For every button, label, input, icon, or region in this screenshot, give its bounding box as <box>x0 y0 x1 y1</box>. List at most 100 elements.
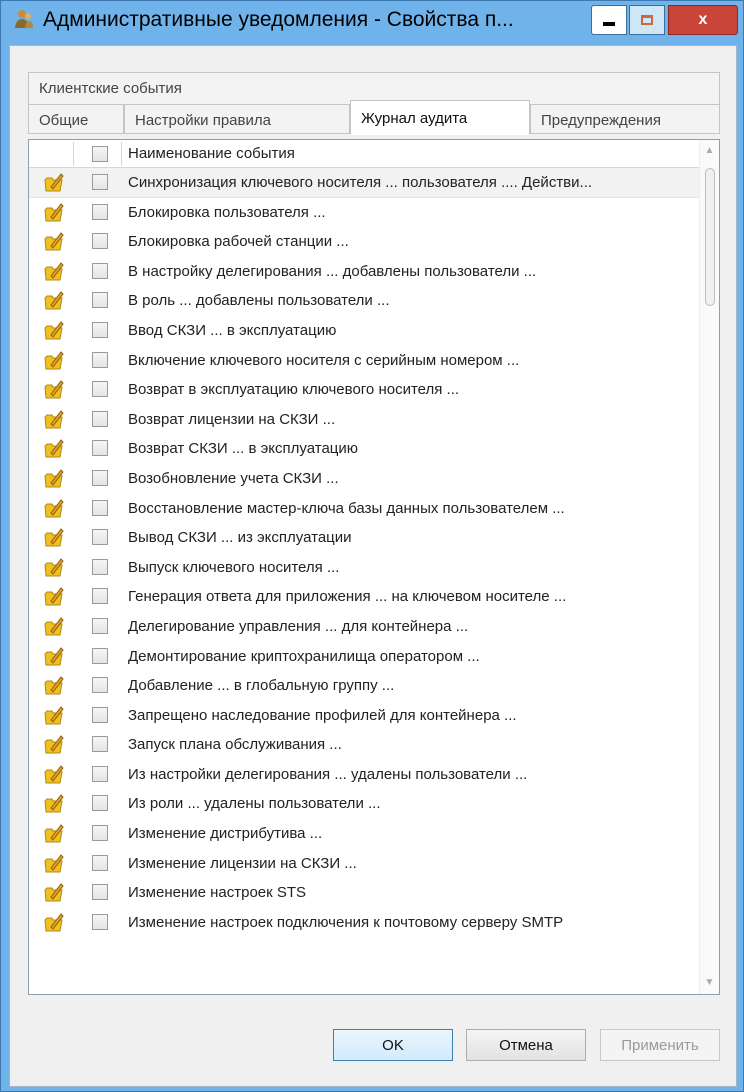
list-header: Наименование события <box>29 140 699 168</box>
folder-pencil-icon <box>44 380 64 399</box>
list-item[interactable]: Изменение дистрибутива ... <box>29 819 699 849</box>
folder-pencil-icon <box>44 202 64 222</box>
cancel-button[interactable]: Отмена <box>466 1029 586 1061</box>
folder-pencil-icon <box>44 676 64 695</box>
event-name: Запуск плана обслуживания ... <box>128 736 342 754</box>
list-item[interactable]: Вывод СКЗИ ... из эксплуатации <box>29 523 699 553</box>
event-name: Блокировка пользователя ... <box>128 203 326 221</box>
list-item[interactable]: Запуск плана обслуживания ... <box>29 730 699 760</box>
list-item[interactable]: Возобновление учета СКЗИ ... <box>29 464 699 494</box>
maximize-icon <box>641 15 653 25</box>
list-item[interactable]: Генерация ответа для приложения ... на к… <box>29 582 699 612</box>
row-checkbox[interactable] <box>92 292 108 309</box>
folder-pencil-icon <box>44 232 64 251</box>
scroll-down-icon[interactable]: ▼ <box>700 974 719 992</box>
row-checkbox[interactable] <box>92 795 108 812</box>
folder-pencil-icon <box>44 291 64 310</box>
ok-button[interactable]: OK <box>333 1029 453 1061</box>
row-checkbox[interactable] <box>92 321 108 338</box>
list-item[interactable]: Изменение настроек подключения к почтово… <box>29 908 699 938</box>
row-checkbox[interactable] <box>92 825 108 842</box>
list-item[interactable]: В настройку делегирования ... добавлены … <box>29 257 699 287</box>
folder-pencil-icon <box>44 705 64 725</box>
row-checkbox[interactable] <box>92 351 108 368</box>
list-item[interactable]: Возврат лицензии на СКЗИ ... <box>29 405 699 435</box>
event-name: Вывод СКЗИ ... из эксплуатации <box>128 529 352 547</box>
list-item[interactable]: Блокировка рабочей станции ... <box>29 227 699 257</box>
event-name: Демонтирование криптохранилища операторо… <box>128 647 480 665</box>
tab-warnings[interactable]: Предупреждения <box>530 104 720 134</box>
list-item[interactable]: Блокировка пользователя ... <box>29 198 699 228</box>
tab-label: Общие <box>39 112 89 129</box>
row-checkbox[interactable] <box>92 410 108 427</box>
folder-pencil-icon <box>44 409 64 429</box>
list-item[interactable]: Включение ключевого носителя с серийным … <box>29 346 699 376</box>
list-item[interactable]: Ввод СКЗИ ... в эксплуатацию <box>29 316 699 346</box>
event-name: Возврат СКЗИ ... в эксплуатацию <box>128 440 359 458</box>
row-checkbox[interactable] <box>92 558 108 575</box>
folder-pencil-icon <box>44 765 64 784</box>
select-all-checkbox[interactable] <box>92 146 108 162</box>
window-title: Административные уведомления - Свойства … <box>43 8 514 31</box>
maximize-button[interactable] <box>629 5 665 35</box>
list-item[interactable]: В роль ... добавлены пользователи ... <box>29 286 699 316</box>
folder-pencil-icon <box>44 528 64 547</box>
minimize-button[interactable] <box>591 5 627 35</box>
row-checkbox[interactable] <box>92 588 108 605</box>
title-bar[interactable]: Административные уведомления - Свойства … <box>1 1 743 37</box>
row-checkbox[interactable] <box>92 884 108 901</box>
row-checkbox[interactable] <box>92 233 108 250</box>
event-name: Изменение дистрибутива ... <box>128 825 323 843</box>
list-item[interactable]: Изменение настроек STS <box>29 878 699 908</box>
row-checkbox[interactable] <box>92 854 108 871</box>
dialog-client-area: Клиентские события Общие Настройки прави… <box>9 45 737 1087</box>
row-checkbox[interactable] <box>92 499 108 516</box>
folder-pencil-icon <box>44 350 64 370</box>
row-checkbox[interactable] <box>92 677 108 694</box>
folder-pencil-icon <box>44 498 64 518</box>
event-rows: Синхронизация ключевого носителя ... пол… <box>29 168 699 937</box>
row-checkbox[interactable] <box>92 174 108 190</box>
row-checkbox[interactable] <box>92 647 108 664</box>
list-item[interactable]: Демонтирование криптохранилища операторо… <box>29 642 699 672</box>
close-button[interactable]: x <box>668 5 738 35</box>
tab-general[interactable]: Общие <box>28 104 124 134</box>
row-checkbox[interactable] <box>92 262 108 279</box>
row-checkbox[interactable] <box>92 913 108 930</box>
list-item[interactable]: Восстановление мастер-ключа базы данных … <box>29 494 699 524</box>
users-icon <box>15 10 33 28</box>
scroll-up-icon[interactable]: ▲ <box>700 142 719 160</box>
tab-row: Общие Настройки правила Журнал аудита Пр… <box>28 100 720 135</box>
row-checkbox[interactable] <box>92 381 108 398</box>
tab-rule-settings[interactable]: Настройки правила <box>124 104 350 134</box>
tab-audit-log[interactable]: Журнал аудита <box>350 100 530 135</box>
row-checkbox[interactable] <box>92 469 108 486</box>
list-item[interactable]: Делегирование управления ... для контейн… <box>29 612 699 642</box>
row-checkbox[interactable] <box>92 529 108 546</box>
vertical-scrollbar[interactable]: ▲ ▼ <box>699 140 719 994</box>
list-item[interactable]: Из роли ... удалены пользователи ... <box>29 789 699 819</box>
event-name: Синхронизация ключевого носителя ... пол… <box>128 174 593 191</box>
column-header-event-name[interactable]: Наименование события <box>128 145 295 162</box>
folder-pencil-icon <box>44 824 64 843</box>
event-name: Возврат лицензии на СКЗИ ... <box>128 410 336 428</box>
event-name: Запрещено наследование профилей для конт… <box>128 706 517 724</box>
list-item[interactable]: Из настройки делегирования ... удалены п… <box>29 760 699 790</box>
list-item[interactable]: Возврат СКЗИ ... в эксплуатацию <box>29 434 699 464</box>
list-item[interactable]: Запрещено наследование профилей для конт… <box>29 701 699 731</box>
row-checkbox[interactable] <box>92 440 108 457</box>
row-checkbox[interactable] <box>92 706 108 723</box>
folder-pencil-icon <box>44 735 64 754</box>
row-checkbox[interactable] <box>92 617 108 634</box>
list-item[interactable]: Изменение лицензии на СКЗИ ... <box>29 849 699 879</box>
list-item[interactable]: Добавление ... в глобальную группу ... <box>29 671 699 701</box>
list-item[interactable]: Выпуск ключевого носителя ... <box>29 553 699 583</box>
row-checkbox[interactable] <box>92 203 108 220</box>
list-item[interactable]: Возврат в эксплуатацию ключевого носител… <box>29 375 699 405</box>
list-item[interactable]: Синхронизация ключевого носителя ... пол… <box>29 168 699 198</box>
row-checkbox[interactable] <box>92 736 108 753</box>
column-divider <box>73 142 74 166</box>
scroll-thumb[interactable] <box>705 168 715 306</box>
row-checkbox[interactable] <box>92 765 108 782</box>
apply-button[interactable]: Применить <box>600 1029 720 1061</box>
